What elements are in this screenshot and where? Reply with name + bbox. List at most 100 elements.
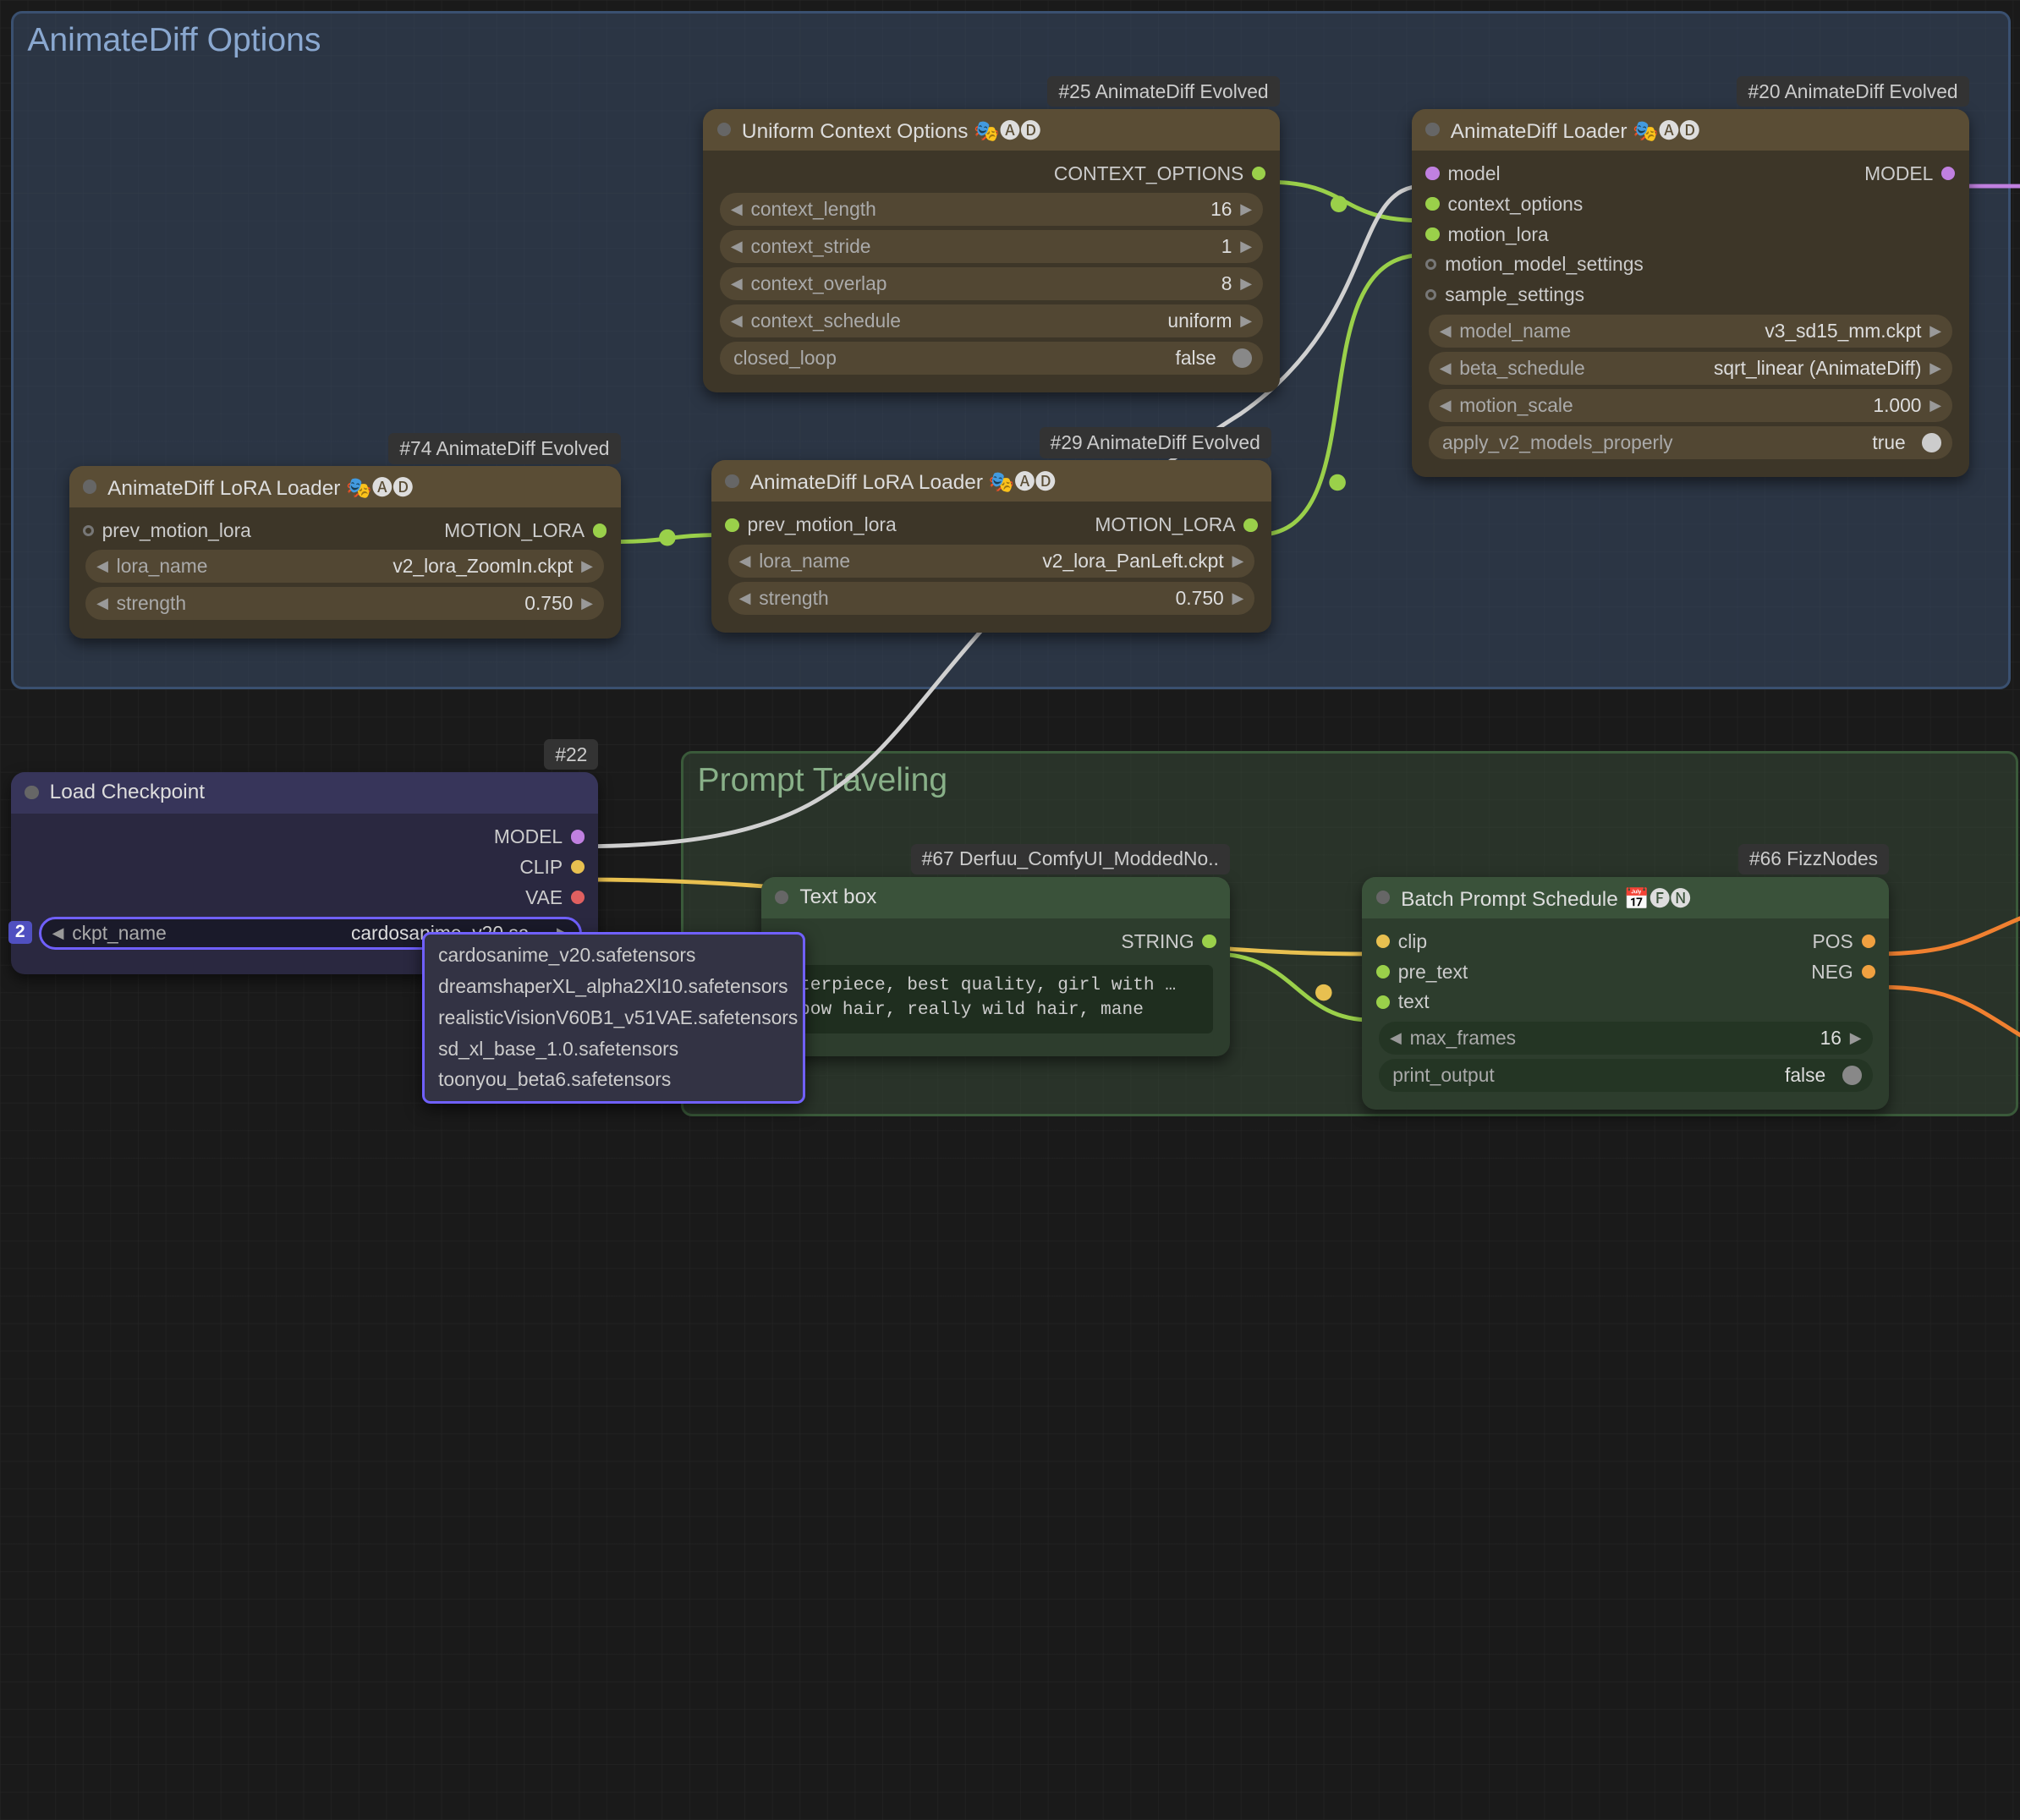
arrow-left-icon[interactable]: ◀	[731, 312, 743, 330]
port-dot-icon[interactable]	[1941, 167, 1955, 180]
widget-print-output[interactable]: print_output false	[1379, 1059, 1873, 1092]
arrow-left-icon[interactable]: ◀	[731, 200, 743, 218]
collapse-icon[interactable]	[725, 474, 738, 488]
port-dot-icon[interactable]	[593, 524, 607, 537]
input-motion-lora: motion_lora	[1447, 223, 1548, 246]
port-dot-icon[interactable]	[1425, 197, 1439, 211]
node-tag: #66 FizzNodes	[1738, 844, 1889, 875]
widget-lora-name[interactable]: ◀ lora_name v2_lora_PanLeft.ckpt ▶	[728, 545, 1255, 578]
dropdown-item[interactable]: sd_xl_base_1.0.safetensors	[425, 1033, 803, 1065]
port-dot-icon[interactable]	[1425, 167, 1439, 180]
collapse-icon[interactable]	[83, 480, 96, 493]
widget-context-length[interactable]: ◀ context_length 16 ▶	[720, 193, 1263, 226]
node-text-box[interactable]: #67 Derfuu_ComfyUI_ModdedNo.. Text box S…	[761, 877, 1230, 1056]
node-header[interactable]: AnimateDiff LoRA Loader 🎭🅐🅓	[69, 466, 621, 507]
arrow-right-icon[interactable]: ▶	[1240, 200, 1252, 218]
widget-lora-name[interactable]: ◀ lora_name v2_lora_ZoomIn.ckpt ▶	[85, 550, 604, 583]
port-dot-icon[interactable]	[1425, 289, 1436, 300]
port-dot-icon[interactable]	[1862, 965, 1875, 979]
arrow-left-icon[interactable]: ◀	[1440, 397, 1452, 414]
collapse-icon[interactable]	[1425, 123, 1439, 136]
ckpt-dropdown[interactable]: cardosanime_v20.safetensors dreamshaperX…	[422, 932, 805, 1104]
node-header[interactable]: Uniform Context Options 🎭🅐🅓	[703, 109, 1279, 151]
arrow-left-icon[interactable]: ◀	[96, 595, 108, 612]
arrow-right-icon[interactable]: ▶	[581, 557, 593, 575]
port-dot-icon[interactable]	[571, 830, 585, 843]
arrow-right-icon[interactable]: ▶	[1929, 397, 1941, 414]
queue-badge: 2	[8, 921, 32, 944]
collapse-icon[interactable]	[775, 891, 788, 904]
arrow-left-icon[interactable]: ◀	[731, 275, 743, 293]
port-dot-icon[interactable]	[1243, 518, 1257, 532]
arrow-right-icon[interactable]: ▶	[581, 595, 593, 612]
node-title: AnimateDiff LoRA Loader 🎭🅐🅓	[750, 466, 1056, 496]
collapse-icon[interactable]	[1376, 891, 1390, 904]
port-dot-icon[interactable]	[1425, 228, 1439, 241]
port-dot-icon[interactable]	[571, 891, 585, 904]
widget-context-schedule[interactable]: ◀ context_schedule uniform ▶	[720, 304, 1263, 337]
arrow-left-icon[interactable]: ◀	[52, 924, 64, 942]
dropdown-item[interactable]: cardosanime_v20.safetensors	[425, 940, 803, 971]
node-lora-loader-74[interactable]: #74 AnimateDiff Evolved AnimateDiff LoRA…	[69, 466, 621, 639]
toggle-knob-icon[interactable]	[1922, 433, 1941, 452]
toggle-knob-icon[interactable]	[1232, 348, 1252, 368]
collapse-icon[interactable]	[25, 786, 38, 799]
node-header[interactable]: AnimateDiff LoRA Loader 🎭🅐🅓	[711, 460, 1271, 502]
dropdown-item[interactable]: dreamshaperXL_alpha2Xl10.safetensors	[425, 971, 803, 1002]
port-dot-icon[interactable]	[83, 525, 94, 536]
port-dot-icon[interactable]	[571, 860, 585, 874]
node-title: AnimateDiff Loader 🎭🅐🅓	[1451, 115, 1700, 145]
widget-beta-schedule[interactable]: ◀ beta_schedule sqrt_linear (AnimateDiff…	[1429, 352, 1952, 385]
input-model: model	[1447, 162, 1500, 185]
arrow-left-icon[interactable]: ◀	[1440, 359, 1452, 377]
node-animatediff-loader[interactable]: #20 AnimateDiff Evolved AnimateDiff Load…	[1412, 109, 1969, 477]
port-dot-icon[interactable]	[1376, 935, 1390, 948]
arrow-left-icon[interactable]: ◀	[739, 552, 751, 570]
node-uniform-context-options[interactable]: #25 AnimateDiff Evolved Uniform Context …	[703, 109, 1279, 393]
arrow-right-icon[interactable]: ▶	[1240, 275, 1252, 293]
arrow-left-icon[interactable]: ◀	[96, 557, 108, 575]
arrow-right-icon[interactable]: ▶	[1232, 589, 1243, 607]
arrow-right-icon[interactable]: ▶	[1850, 1029, 1862, 1047]
node-header[interactable]: AnimateDiff Loader 🎭🅐🅓	[1412, 109, 1969, 151]
arrow-right-icon[interactable]: ▶	[1240, 238, 1252, 255]
widget-context-stride[interactable]: ◀ context_stride 1 ▶	[720, 230, 1263, 263]
arrow-right-icon[interactable]: ▶	[1240, 312, 1252, 330]
port-dot-icon[interactable]	[1425, 259, 1436, 270]
widget-closed-loop[interactable]: closed_loop false	[720, 342, 1263, 375]
collapse-icon[interactable]	[717, 123, 731, 136]
port-dot-icon[interactable]	[1376, 965, 1390, 979]
node-header[interactable]: Batch Prompt Schedule 📅🅕🅝	[1362, 877, 1889, 918]
arrow-right-icon[interactable]: ▶	[1232, 552, 1243, 570]
port-dot-icon[interactable]	[725, 518, 738, 532]
arrow-left-icon[interactable]: ◀	[731, 238, 743, 255]
port-dot-icon[interactable]	[1252, 167, 1265, 180]
node-lora-loader-29[interactable]: #29 AnimateDiff Evolved AnimateDiff LoRA…	[711, 460, 1271, 633]
widget-max-frames[interactable]: ◀ max_frames 16 ▶	[1379, 1022, 1873, 1055]
output-motion-lora: MOTION_LORA	[1095, 513, 1235, 536]
arrow-right-icon[interactable]: ▶	[1929, 359, 1941, 377]
arrow-left-icon[interactable]: ◀	[1390, 1029, 1402, 1047]
widget-motion-scale[interactable]: ◀ motion_scale 1.000 ▶	[1429, 389, 1952, 422]
port-dot-icon[interactable]	[1376, 995, 1390, 1009]
node-header[interactable]: Text box	[761, 877, 1230, 918]
widget-strength[interactable]: ◀ strength 0.750 ▶	[728, 582, 1255, 615]
arrow-left-icon[interactable]: ◀	[739, 589, 751, 607]
node-batch-prompt-schedule[interactable]: #66 FizzNodes Batch Prompt Schedule 📅🅕🅝 …	[1362, 877, 1889, 1110]
widget-strength[interactable]: ◀ strength 0.750 ▶	[85, 587, 604, 620]
widget-model-name[interactable]: ◀ model_name v3_sd15_mm.ckpt ▶	[1429, 315, 1952, 348]
port-dot-icon[interactable]	[1202, 935, 1216, 948]
dropdown-item[interactable]: realisticVisionV60B1_v51VAE.safetensors	[425, 1002, 803, 1033]
node-tag: #29 AnimateDiff Evolved	[1040, 427, 1271, 458]
text-input[interactable]: …terpiece, best quality, girl with …nbow…	[777, 965, 1213, 1034]
widget-context-overlap[interactable]: ◀ context_overlap 8 ▶	[720, 267, 1263, 300]
port-dot-icon[interactable]	[1862, 935, 1875, 948]
arrow-right-icon[interactable]: ▶	[1929, 322, 1941, 340]
arrow-left-icon[interactable]: ◀	[1440, 322, 1452, 340]
node-tag: #25 AnimateDiff Evolved	[1047, 76, 1279, 107]
node-header[interactable]: Load Checkpoint	[11, 772, 598, 814]
toggle-knob-icon[interactable]	[1842, 1066, 1862, 1085]
widget-apply-v2[interactable]: apply_v2_models_properly true	[1429, 426, 1952, 459]
input-pre-text: pre_text	[1398, 961, 1468, 984]
dropdown-item[interactable]: toonyou_beta6.safetensors	[425, 1064, 803, 1095]
